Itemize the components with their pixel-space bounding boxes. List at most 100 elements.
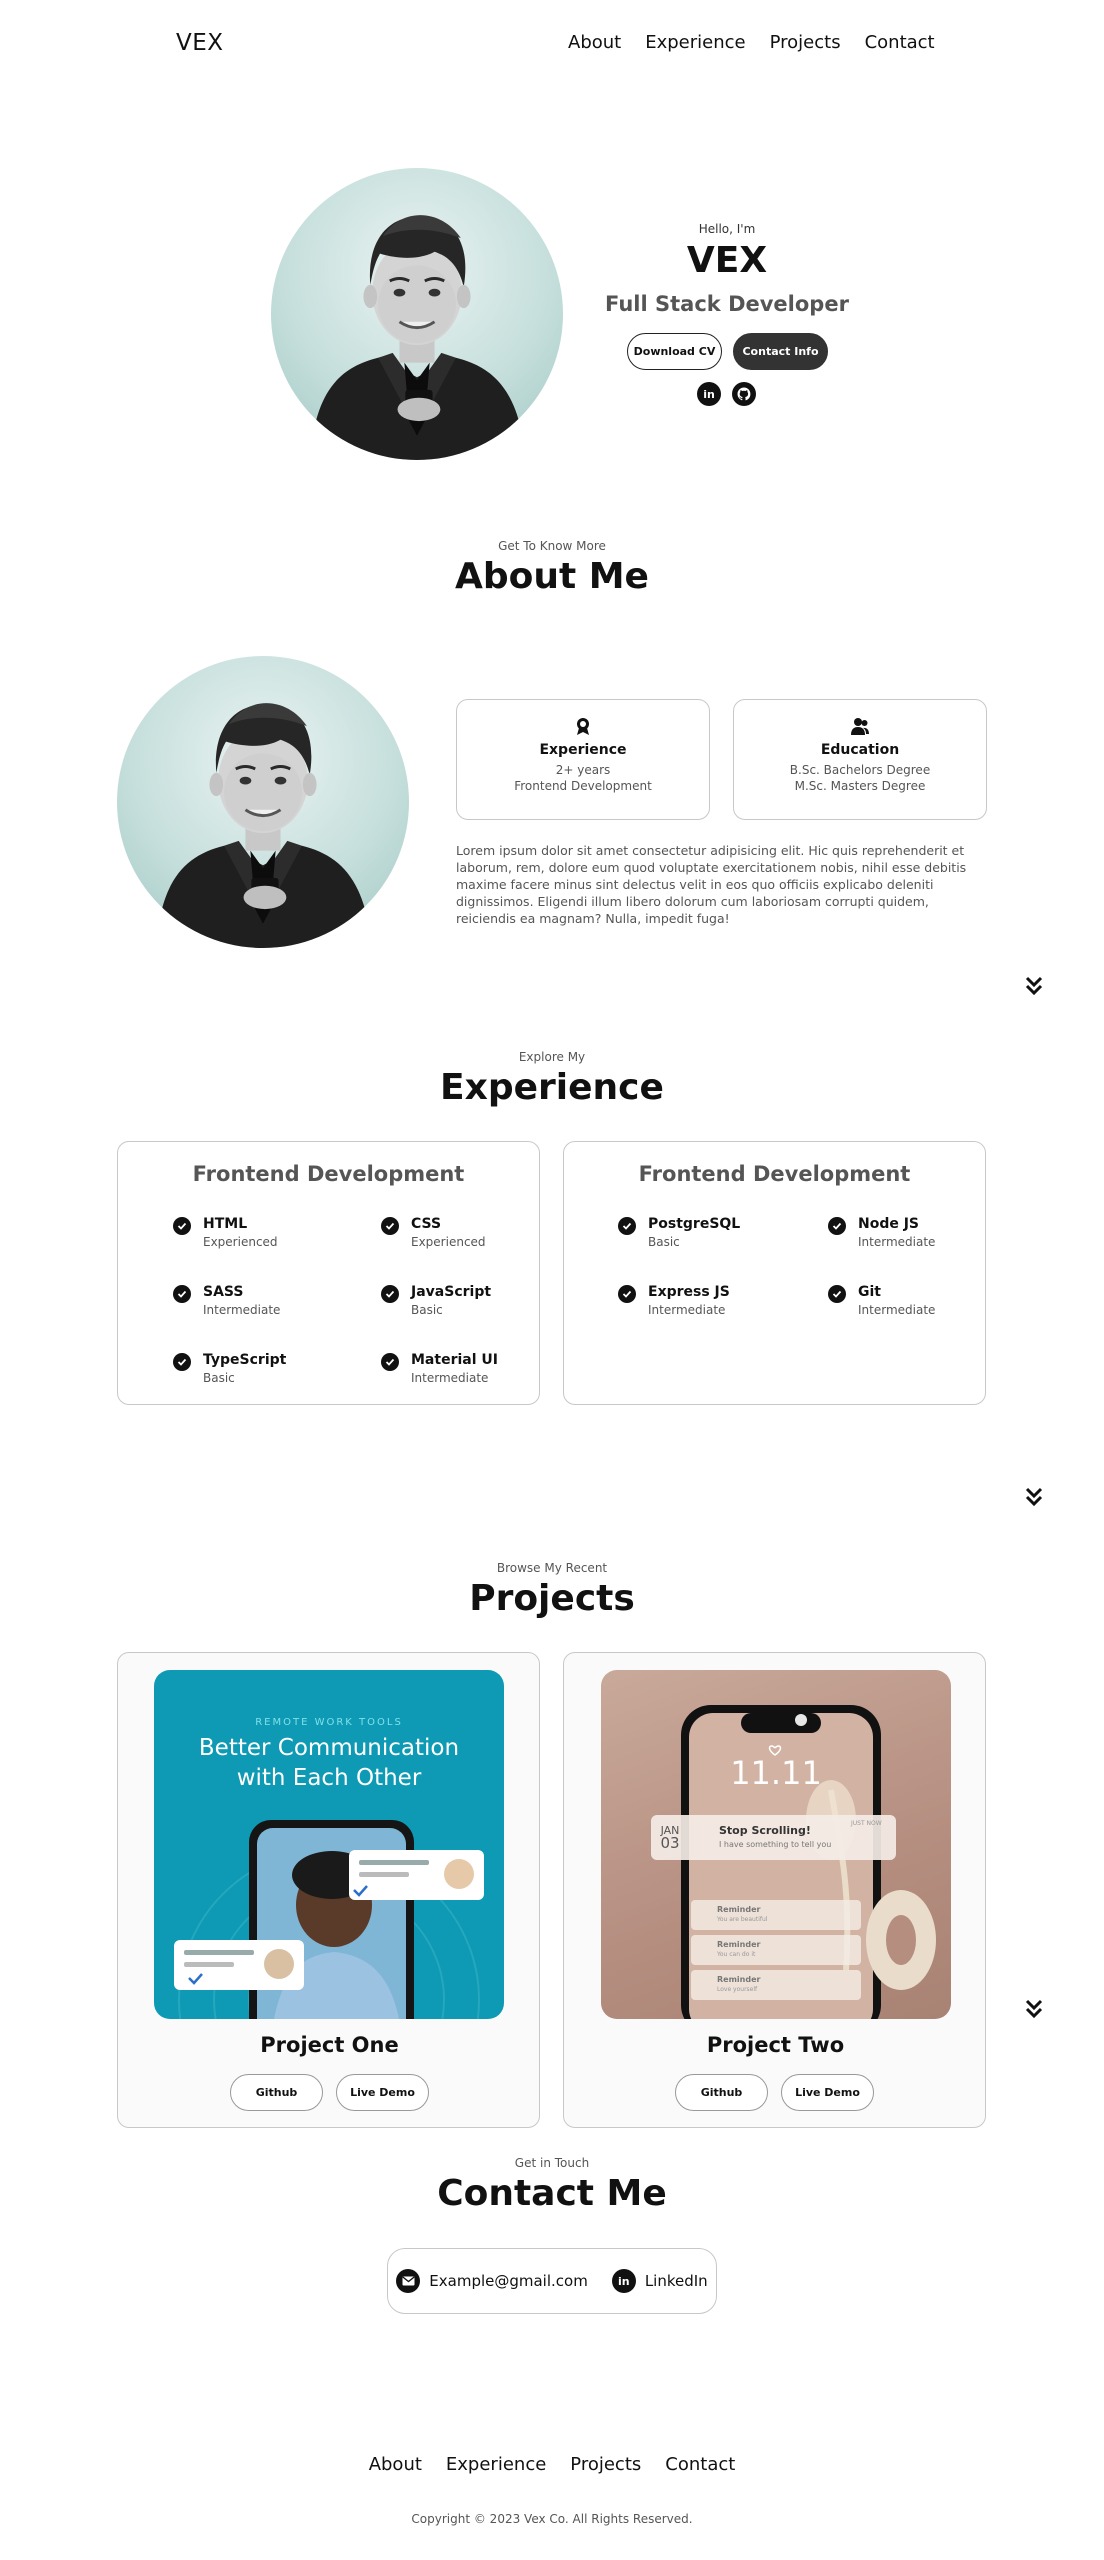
check-icon [381,1285,399,1303]
contact-title: Contact Me [437,2173,667,2214]
nav-about[interactable]: About [568,32,621,53]
project-one-name: Project One [260,2033,399,2057]
experience-card-frontend: Frontend Development HTML Experienced CSS… [117,1141,540,1405]
linkedin-icon[interactable]: in [697,382,721,406]
skill-item: CSS Experienced [381,1216,486,1249]
skill-item: Material UI Intermediate [381,1352,498,1385]
about-picture [117,656,409,948]
skill-name: JavaScript [411,1284,492,1300]
contact-linkedin[interactable]: in LinkedIn [611,2269,708,2293]
project-two-notification-title: Stop Scrolling! [719,1824,811,1837]
nav-experience[interactable]: Experience [645,32,745,53]
nav-projects[interactable]: Projects [770,32,841,53]
footer-nav-contact[interactable]: Contact [665,2454,735,2475]
check-icon [173,1353,191,1371]
skill-item: SASS Intermediate [173,1284,280,1317]
education-degree-1: B.Sc. Bachelors Degree [789,763,931,777]
project-two-day: 03 [660,1834,680,1852]
project-two-reminder: Reminder [717,1975,761,1984]
experience-card-backend: Frontend Development PostgreSQL Basic Nod… [563,1141,986,1405]
experience-card-title: Frontend Development [192,1162,465,1186]
experience-years: 2+ years [555,763,611,777]
scroll-down-arrow-icon[interactable] [1024,1998,1044,2020]
project-two-reminder: Reminder [717,1905,761,1914]
footer-nav-about[interactable]: About [369,2454,422,2475]
skill-item: JavaScript Basic [381,1284,491,1317]
footer-nav-experience[interactable]: Experience [446,2454,546,2475]
check-icon [828,1217,846,1235]
projects-title: Projects [469,1578,635,1619]
site-logo[interactable]: VEX [176,30,224,56]
skill-level: Intermediate [203,1303,281,1317]
contact-info-button[interactable]: Contact Info [733,333,828,370]
education-degree-2: M.Sc. Masters Degree [794,779,926,793]
skill-level: Basic [648,1235,680,1249]
project-two-reminder-sub: You are beautiful [717,1916,768,1923]
skill-name: Material UI [411,1352,498,1368]
skill-name: PostgreSQL [648,1216,741,1232]
email-icon [396,2269,421,2293]
skill-level: Basic [203,1371,235,1385]
check-icon [828,1285,846,1303]
linkedin-icon: in [611,2269,636,2293]
education-card-title: Education [820,742,900,758]
project-one-image-headline: Better Communication with Each Other [154,1733,504,1793]
skill-name: TypeScript [203,1352,287,1368]
skill-level: Experienced [203,1235,278,1249]
about-subtitle: Get To Know More [498,539,606,553]
projects-subtitle: Browse My Recent [496,1561,608,1575]
project-two-demo-button[interactable]: Live Demo [781,2074,874,2111]
project-card-one: REMOTE WORK TOOLS Better Communication w… [117,1652,540,2128]
check-icon [381,1217,399,1235]
contact-email-text[interactable]: Example@gmail.com [429,2272,588,2290]
project-two-reminder: Reminder [717,1940,761,1949]
skill-level: Intermediate [648,1303,726,1317]
skill-item: Git Intermediate [828,1284,935,1317]
contact-box: Example@gmail.com in LinkedIn [387,2248,717,2314]
hero-greeting: Hello, I'm [698,222,756,236]
skill-name: HTML [203,1216,248,1232]
footer-nav-projects[interactable]: Projects [570,2454,641,2475]
experience-title: Experience [440,1067,664,1108]
project-two-name: Project Two [706,2033,845,2057]
top-nav: About Experience Projects Contact [568,32,935,53]
skill-name: Git [858,1284,881,1300]
project-one-headline-line-2: with Each Other [236,1765,422,1791]
check-icon [618,1285,636,1303]
project-two-date: JAN 03 [655,1824,685,1852]
github-icon[interactable] [732,382,756,406]
nav-contact[interactable]: Contact [865,32,935,53]
scroll-down-arrow-icon[interactable] [1024,1486,1044,1508]
contact-subtitle: Get in Touch [514,2156,590,2170]
project-one-github-button[interactable]: Github [230,2074,323,2111]
download-cv-button[interactable]: Download CV [627,333,722,370]
check-icon [173,1217,191,1235]
project-one-demo-button[interactable]: Live Demo [336,2074,429,2111]
project-one-headline-line-1: Better Communication [198,1735,460,1761]
project-one-image-tag: REMOTE WORK TOOLS [255,1717,403,1728]
skill-name: SASS [203,1284,244,1300]
project-two-github-button[interactable]: Github [675,2074,768,2111]
skill-item: Node JS Intermediate [828,1216,935,1249]
project-one-image: REMOTE WORK TOOLS Better Communication w… [154,1670,504,2019]
skill-item: HTML Experienced [173,1216,278,1249]
skill-level: Basic [411,1303,443,1317]
skill-level: Experienced [411,1235,486,1249]
profile-picture [271,168,563,460]
skill-name: CSS [411,1216,442,1232]
skill-item: PostgreSQL Basic [618,1216,740,1249]
project-two-clock: 11.11 [730,1754,822,1792]
footer-nav: About Experience Projects Contact [0,2454,1104,2475]
skill-item: TypeScript Basic [173,1352,286,1385]
contact-email[interactable]: Example@gmail.com [396,2269,588,2293]
project-card-two: 11.11 JAN 03 Stop Scrolling! I have some… [563,1652,986,2128]
experience-field: Frontend Development [514,779,652,793]
scroll-down-arrow-icon[interactable] [1024,975,1044,997]
experience-card-title: Frontend Development [638,1162,911,1186]
skill-level: Intermediate [858,1303,936,1317]
users-icon [850,716,870,736]
contact-linkedin-text[interactable]: LinkedIn [645,2272,708,2290]
project-two-reminder-sub: You can do it [717,1951,756,1958]
hero-role: Full Stack Developer [605,292,849,316]
project-two-reminder-sub: Love yourself [717,1986,758,1993]
